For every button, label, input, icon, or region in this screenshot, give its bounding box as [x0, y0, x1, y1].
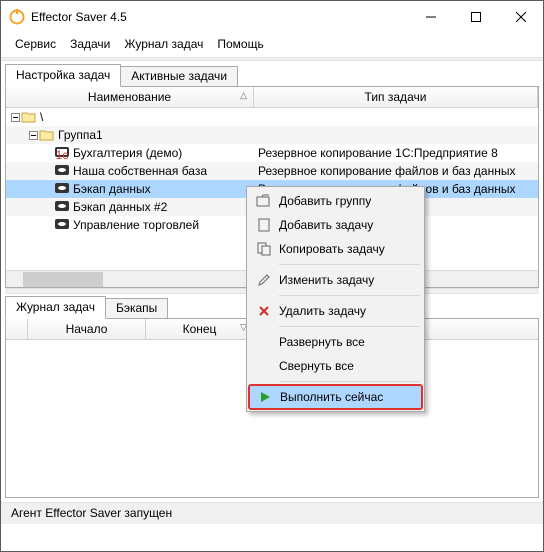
sort-asc-icon: △: [240, 90, 247, 101]
menu-add-task[interactable]: Добавить задачу: [249, 213, 422, 237]
column-name[interactable]: Наименование △: [6, 87, 254, 107]
menu-delete-task[interactable]: Удалить задачу: [249, 299, 422, 323]
tree-item-label: Бэкап данных: [73, 182, 151, 196]
menu-expand-all[interactable]: Развернуть все: [249, 330, 422, 354]
tree-item[interactable]: 1c Бухгалтерия (демо) Резервное копирова…: [6, 144, 538, 162]
tree-item-type: Резервное копирование файлов и баз данны…: [254, 164, 538, 178]
menu-separator: [279, 295, 420, 296]
tab-journal[interactable]: Журнал задач: [5, 296, 106, 319]
menu-add-group[interactable]: Добавить группу: [249, 189, 422, 213]
column-type[interactable]: Тип задачи: [254, 87, 538, 107]
menu-edit-task[interactable]: Изменить задачу: [249, 268, 422, 292]
collapse-icon[interactable]: [28, 131, 39, 140]
menu-separator: [279, 264, 420, 265]
context-menu: Добавить группу Добавить задачу Копирова…: [246, 186, 425, 412]
task-1c-icon: 1c: [54, 145, 70, 161]
tab-task-settings[interactable]: Настройка задач: [5, 64, 121, 87]
app-icon: [9, 9, 25, 25]
status-text: Агент Effector Saver запущен: [11, 506, 172, 520]
minimize-button[interactable]: [408, 2, 453, 31]
folder-add-icon: [253, 194, 275, 208]
menu-service[interactable]: Сервис: [9, 35, 62, 53]
scrollbar-thumb[interactable]: [23, 272, 103, 287]
tree-item-label: Управление торговлей: [73, 218, 199, 232]
folder-open-icon: [39, 127, 55, 143]
window-title: Effector Saver 4.5: [31, 10, 408, 24]
svg-text:1c: 1c: [56, 148, 69, 160]
tab-active-tasks[interactable]: Активные задачи: [120, 66, 238, 86]
status-bar: Агент Effector Saver запущен: [1, 502, 543, 524]
menu-collapse-all[interactable]: Свернуть все: [249, 354, 422, 378]
copy-icon: [253, 242, 275, 256]
tree-root[interactable]: \: [6, 108, 538, 126]
title-bar: Effector Saver 4.5: [1, 1, 543, 32]
tree-group[interactable]: Группа1: [6, 126, 538, 144]
menu-bar: Сервис Задачи Журнал задач Помощь: [1, 32, 543, 57]
tree-item-label: Бухгалтерия (демо): [73, 146, 182, 160]
menu-run-now[interactable]: Выполнить сейчас: [248, 384, 423, 410]
menu-separator: [279, 381, 420, 382]
close-button[interactable]: [498, 2, 543, 31]
task-db-icon: [54, 163, 70, 179]
folder-open-icon: [21, 109, 37, 125]
menu-help[interactable]: Помощь: [211, 35, 269, 53]
journal-col-start[interactable]: Начало: [28, 319, 146, 339]
task-db-icon: [54, 217, 70, 233]
task-db-icon: [54, 181, 70, 197]
maximize-button[interactable]: [453, 2, 498, 31]
top-tab-bar: Настройка задач Активные задачи: [1, 61, 543, 86]
tree-root-label: \: [40, 110, 43, 124]
tree-item-type: Резервное копирование 1С:Предприятие 8: [254, 146, 538, 160]
tree-item[interactable]: Наша собственная база Резервное копирова…: [6, 162, 538, 180]
tree-item-label: Наша собственная база: [73, 164, 207, 178]
menu-copy-task[interactable]: Копировать задачу: [249, 237, 422, 261]
journal-col-end[interactable]: Конец ▽: [146, 319, 254, 339]
collapse-icon[interactable]: [10, 113, 21, 122]
edit-icon: [253, 273, 275, 287]
menu-tasks[interactable]: Задачи: [64, 35, 116, 53]
tree-item-label: Бэкап данных #2: [73, 200, 167, 214]
menu-journal[interactable]: Журнал задач: [118, 35, 209, 53]
menu-separator: [279, 326, 420, 327]
delete-icon: [253, 304, 275, 318]
tree-group-label: Группа1: [58, 128, 103, 142]
tab-backups[interactable]: Бэкапы: [105, 298, 168, 318]
task-db-icon: [54, 199, 70, 215]
journal-col-icon[interactable]: [6, 319, 28, 339]
tree-header: Наименование △ Тип задачи: [6, 87, 538, 108]
task-add-icon: [253, 218, 275, 232]
play-icon: [254, 391, 276, 403]
